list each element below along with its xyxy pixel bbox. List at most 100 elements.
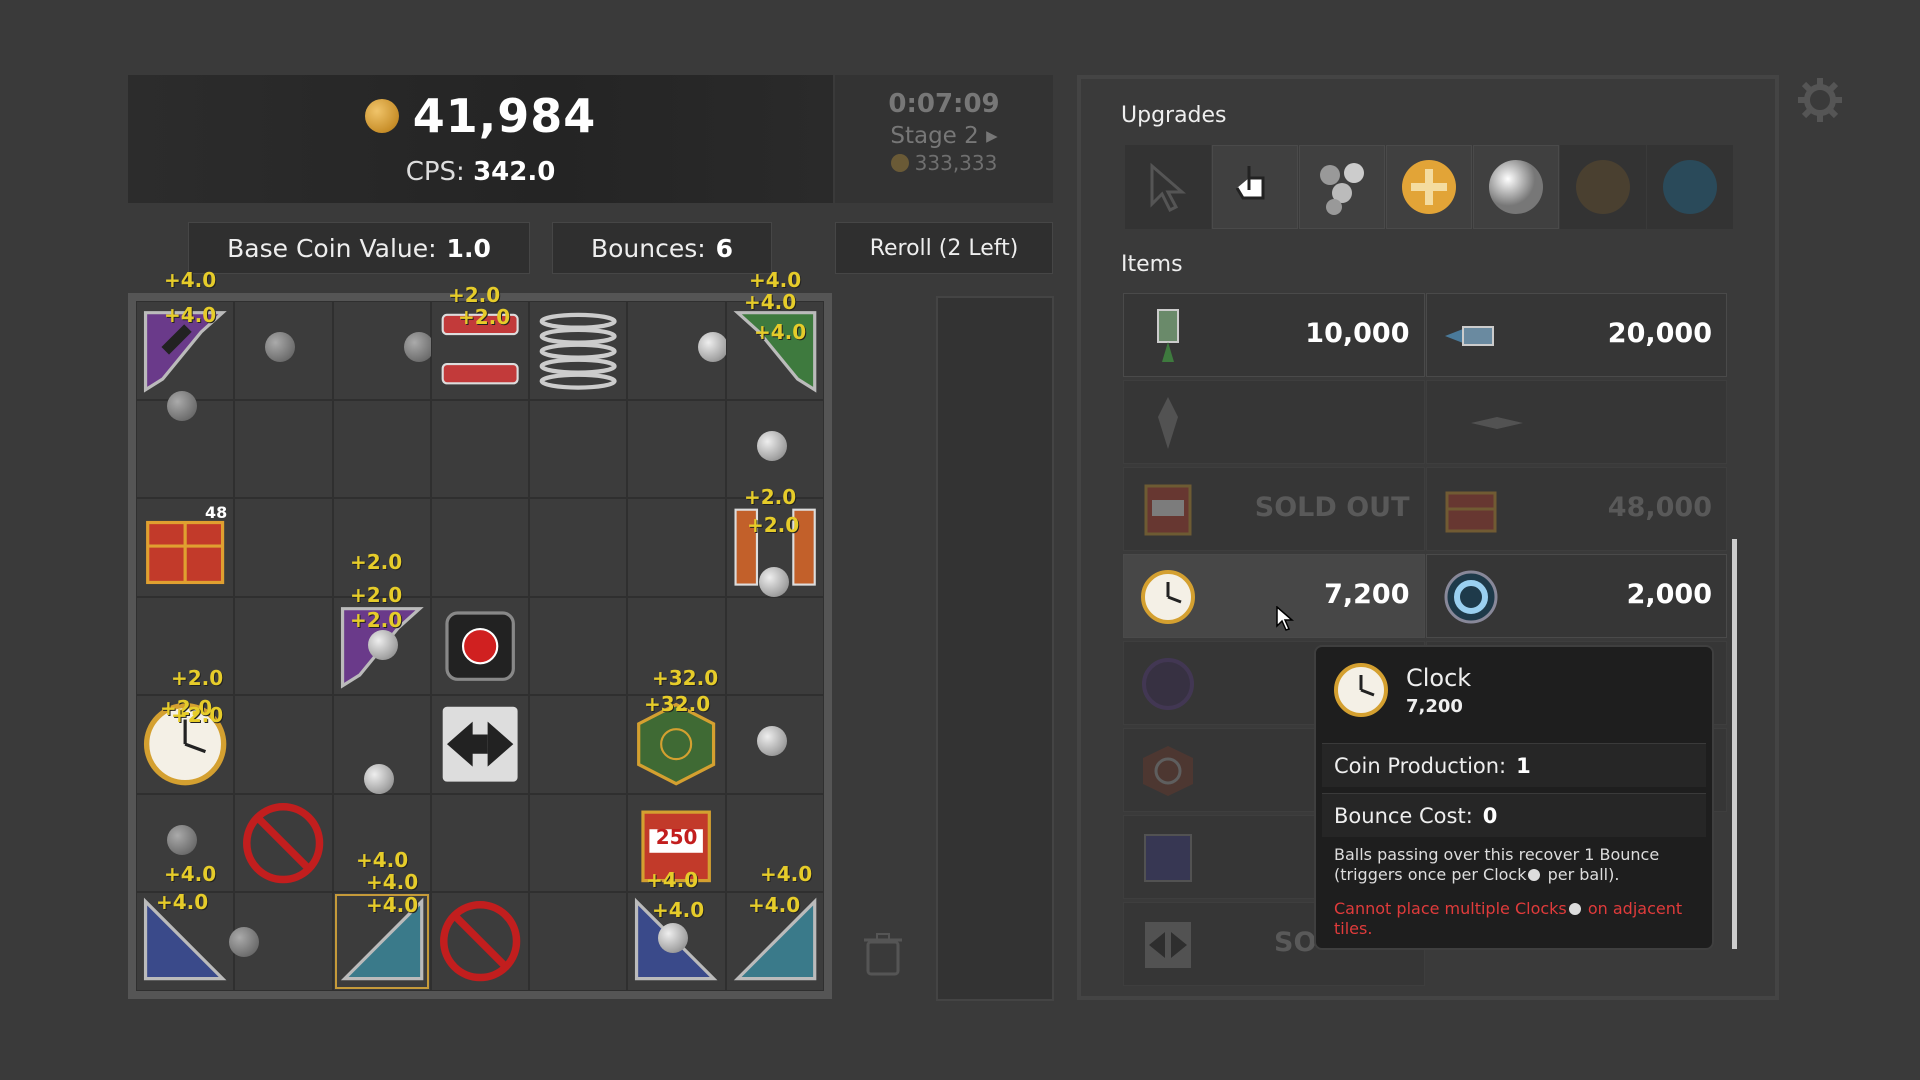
board-cell[interactable] bbox=[627, 498, 726, 597]
tooltip-title: Clock bbox=[1406, 663, 1472, 692]
settings-gear-icon[interactable] bbox=[1796, 76, 1844, 124]
ball bbox=[756, 726, 787, 757]
trash-icon[interactable] bbox=[860, 930, 906, 978]
board-cell[interactable] bbox=[229, 892, 333, 991]
portal-ring-icon bbox=[1444, 570, 1497, 624]
shop-item[interactable] bbox=[1425, 380, 1727, 464]
coin-icon bbox=[890, 154, 909, 172]
item-price: SO bbox=[1274, 927, 1317, 958]
board-cell[interactable] bbox=[529, 399, 628, 499]
vertical-launcher-icon bbox=[1158, 397, 1178, 449]
score-popup: +4.0 bbox=[156, 890, 209, 914]
upgrade-slot[interactable] bbox=[1386, 145, 1472, 229]
board-cell[interactable] bbox=[234, 301, 333, 400]
board-cell[interactable] bbox=[725, 695, 824, 794]
board-cell[interactable] bbox=[725, 596, 824, 696]
cursor-icon bbox=[1150, 162, 1187, 212]
board-cell[interactable] bbox=[430, 399, 530, 499]
tooltip-description: Balls passing over this recover 1 Bounce… bbox=[1334, 845, 1698, 885]
reroll-button[interactable]: Reroll (2 Left) bbox=[835, 222, 1053, 274]
stage-label[interactable]: Stage 2 ▸ bbox=[835, 123, 1053, 149]
board-cell[interactable]: 48 bbox=[136, 498, 235, 597]
hand-pointer-icon bbox=[1235, 166, 1265, 200]
score-popup: +4.0 bbox=[749, 268, 802, 292]
item-price: 2,000 bbox=[1626, 579, 1712, 610]
board-cell[interactable] bbox=[529, 793, 628, 893]
bounces-value: 6 bbox=[715, 233, 734, 263]
upgrade-slot[interactable] bbox=[1125, 145, 1211, 229]
ball bbox=[367, 629, 398, 660]
score-panel: 41,984 CPS: 342.0 bbox=[128, 75, 833, 203]
board-cell[interactable] bbox=[234, 399, 333, 499]
warning-text: Cannot place multiple Clocks bbox=[1334, 899, 1567, 918]
coin-icon bbox=[364, 99, 399, 133]
board-cell[interactable] bbox=[136, 390, 235, 499]
board-cell[interactable] bbox=[725, 301, 824, 400]
board-cell[interactable] bbox=[529, 695, 628, 794]
board-cell[interactable] bbox=[529, 596, 628, 696]
items-scrollbar[interactable] bbox=[1732, 539, 1737, 949]
shop-item[interactable]: 7,200 bbox=[1123, 554, 1425, 638]
blocked-icon bbox=[243, 802, 324, 884]
upgrade-slot[interactable] bbox=[1560, 145, 1646, 229]
clock-icon bbox=[1334, 663, 1388, 717]
board-cell[interactable] bbox=[332, 301, 434, 400]
blue-cannon-icon bbox=[1444, 326, 1494, 346]
score-popup: +2.0 bbox=[350, 608, 403, 632]
game-board[interactable]: 48 250 bbox=[128, 293, 832, 999]
board-cell[interactable] bbox=[430, 892, 530, 991]
board-cell[interactable] bbox=[332, 695, 431, 795]
ball bbox=[758, 567, 789, 598]
upgrade-slot[interactable] bbox=[1212, 145, 1298, 229]
ball bbox=[403, 332, 434, 362]
upgrade-slot[interactable] bbox=[1473, 145, 1559, 229]
board-cell[interactable] bbox=[529, 892, 628, 991]
shop-item[interactable]: 10,000 bbox=[1123, 293, 1425, 377]
board-cell[interactable] bbox=[529, 301, 628, 400]
board-cell[interactable] bbox=[234, 695, 333, 794]
purple-square-icon bbox=[1144, 834, 1192, 882]
shop-item[interactable] bbox=[1123, 380, 1425, 464]
board-cell[interactable] bbox=[627, 399, 726, 499]
stage-cost: 333,333 bbox=[835, 151, 1053, 175]
score-popup: +4.0 bbox=[748, 893, 801, 917]
board-cell[interactable] bbox=[627, 301, 729, 400]
shop-item[interactable]: 2,000 bbox=[1425, 554, 1727, 638]
upgrades-title: Upgrades bbox=[1121, 103, 1227, 128]
ball bbox=[698, 332, 729, 362]
board-cell[interactable] bbox=[430, 498, 530, 597]
shop-item[interactable]: SOLD OUT bbox=[1123, 467, 1425, 551]
score-popup: +4.0 bbox=[356, 848, 409, 872]
board-cell[interactable] bbox=[332, 399, 431, 499]
score-popup: +4.0 bbox=[760, 862, 813, 886]
board-cell[interactable] bbox=[332, 498, 431, 597]
score-popup: +4.0 bbox=[366, 893, 419, 917]
cps-label: CPS: bbox=[405, 157, 465, 187]
base-coin-value: 1.0 bbox=[446, 233, 491, 263]
item-price: 48,000 bbox=[1607, 492, 1712, 523]
board-cell[interactable] bbox=[234, 498, 333, 597]
board-cell[interactable] bbox=[430, 793, 530, 893]
board-cell[interactable] bbox=[529, 498, 628, 597]
bounce-cost-label: Bounce Cost: bbox=[1334, 803, 1473, 828]
shop-item[interactable]: 48,000 bbox=[1425, 467, 1727, 551]
score-popup: +2.0 bbox=[171, 703, 224, 727]
board-cell[interactable] bbox=[725, 399, 824, 499]
upgrade-slot[interactable] bbox=[1647, 145, 1733, 229]
score-popup: +2.0 bbox=[350, 583, 403, 607]
arrow-swap-icon bbox=[1145, 922, 1191, 968]
description-text: per ball). bbox=[1542, 865, 1620, 884]
score-popup: +4.0 bbox=[754, 320, 807, 344]
board-cell[interactable] bbox=[234, 596, 333, 696]
cps-value: 342.0 bbox=[473, 157, 556, 187]
board-cell[interactable] bbox=[430, 695, 530, 794]
board-cell[interactable] bbox=[234, 793, 333, 893]
ball bbox=[167, 390, 197, 421]
score-popup: +4.0 bbox=[164, 303, 217, 327]
score-popup: +2.0 bbox=[350, 550, 403, 574]
base-coin-label: Base Coin Value: bbox=[227, 233, 437, 263]
bounce-cost-row: Bounce Cost: 0 bbox=[1322, 793, 1706, 837]
shop-item[interactable]: 20,000 bbox=[1425, 293, 1727, 377]
upgrade-slot[interactable] bbox=[1299, 145, 1385, 229]
board-cell[interactable] bbox=[430, 596, 530, 696]
